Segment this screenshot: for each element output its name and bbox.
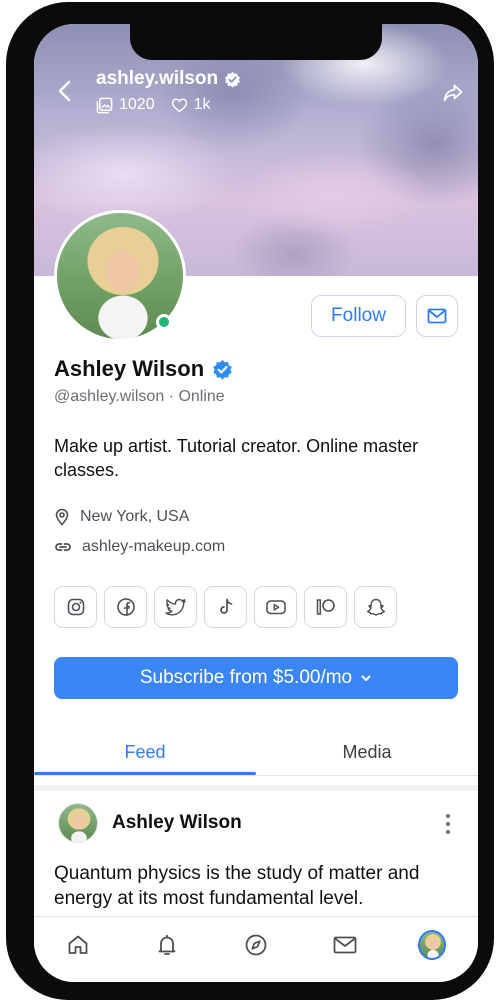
post-author-avatar[interactable] (58, 803, 98, 843)
display-name: Ashley Wilson (54, 356, 205, 381)
post-author-name[interactable]: Ashley Wilson (112, 812, 242, 834)
tab-feed[interactable]: Feed (34, 742, 256, 763)
post-more-button[interactable] (438, 812, 458, 836)
phone-frame: ashley.wilson 1020 1k Follow Ashley Wils… (6, 2, 494, 1000)
likes-stat: 1k (171, 96, 211, 114)
patreon-icon (316, 599, 335, 615)
profile-tabs: Feed Media (34, 732, 478, 776)
cover-user-info: ashley.wilson 1020 1k (96, 68, 241, 114)
snapchat-button[interactable] (354, 586, 397, 628)
location-row: New York, USA (54, 508, 189, 526)
profile-name-row: Ashley Wilson (54, 356, 233, 382)
link-icon (55, 543, 71, 551)
verified-icon (225, 71, 241, 88)
screen: ashley.wilson 1020 1k Follow Ashley Wils… (34, 24, 478, 982)
post-header: Ashley Wilson (58, 803, 242, 843)
handle-row: @ashley.wilson · Online (54, 388, 225, 406)
online-status-dot (156, 314, 172, 330)
bio: Make up artist. Tutorial creator. Online… (54, 436, 419, 480)
facebook-button[interactable] (104, 586, 147, 628)
posts-count: 1020 (119, 96, 155, 113)
location-pin-icon (55, 508, 69, 526)
profile-avatar-icon (418, 930, 446, 960)
twitter-button[interactable] (154, 586, 197, 628)
handle: @ashley.wilson (54, 388, 165, 405)
cover-username: ashley.wilson (96, 68, 219, 89)
active-tab-indicator (34, 772, 256, 775)
chevron-left-icon (58, 80, 71, 102)
online-status-text: Online (178, 388, 225, 405)
mail-icon (333, 936, 357, 954)
separator-dot: · (168, 388, 179, 405)
bell-icon (158, 934, 176, 955)
subscribe-label: Subscribe from $5.00/mo (139, 667, 353, 688)
tiktok-button[interactable] (204, 586, 247, 628)
post-text: Quantum physics is the study of matter a… (54, 863, 420, 909)
snapchat-icon (366, 598, 385, 616)
patreon-button[interactable] (304, 586, 347, 628)
follow-button[interactable]: Follow (311, 295, 406, 337)
feed-divider (34, 785, 478, 791)
nav-home[interactable] (64, 931, 92, 959)
home-icon (68, 935, 88, 954)
subscribe-button[interactable]: Subscribe from $5.00/mo (54, 657, 458, 699)
more-vertical-icon (446, 814, 450, 834)
share-button[interactable] (442, 82, 464, 104)
back-button[interactable] (52, 78, 78, 104)
phone-notch (130, 24, 382, 60)
nav-profile[interactable] (418, 930, 446, 960)
heart-icon (171, 97, 187, 112)
facebook-icon (116, 598, 135, 616)
instagram-icon (67, 598, 84, 616)
tiktok-icon (219, 598, 232, 614)
likes-count: 1k (193, 96, 211, 113)
website-link[interactable]: ashley-makeup.com (82, 538, 225, 556)
images-icon (96, 97, 113, 113)
social-links (54, 586, 397, 628)
website-row[interactable]: ashley-makeup.com (54, 538, 225, 556)
nav-notifications[interactable] (153, 931, 181, 959)
message-button[interactable] (416, 295, 458, 337)
tab-media[interactable]: Media (256, 742, 478, 763)
youtube-button[interactable] (254, 586, 297, 628)
compass-icon (245, 934, 267, 956)
youtube-icon (265, 600, 286, 615)
mail-icon (427, 308, 447, 324)
location-text: New York, USA (80, 508, 190, 525)
bottom-nav (34, 916, 478, 982)
nav-explore[interactable] (242, 931, 270, 959)
chevron-down-icon (361, 675, 371, 681)
verified-badge-icon (213, 359, 232, 380)
share-icon (443, 84, 463, 102)
nav-messages[interactable] (331, 931, 359, 959)
instagram-button[interactable] (54, 586, 97, 628)
posts-stat: 1020 (96, 96, 155, 114)
twitter-icon (164, 598, 186, 616)
